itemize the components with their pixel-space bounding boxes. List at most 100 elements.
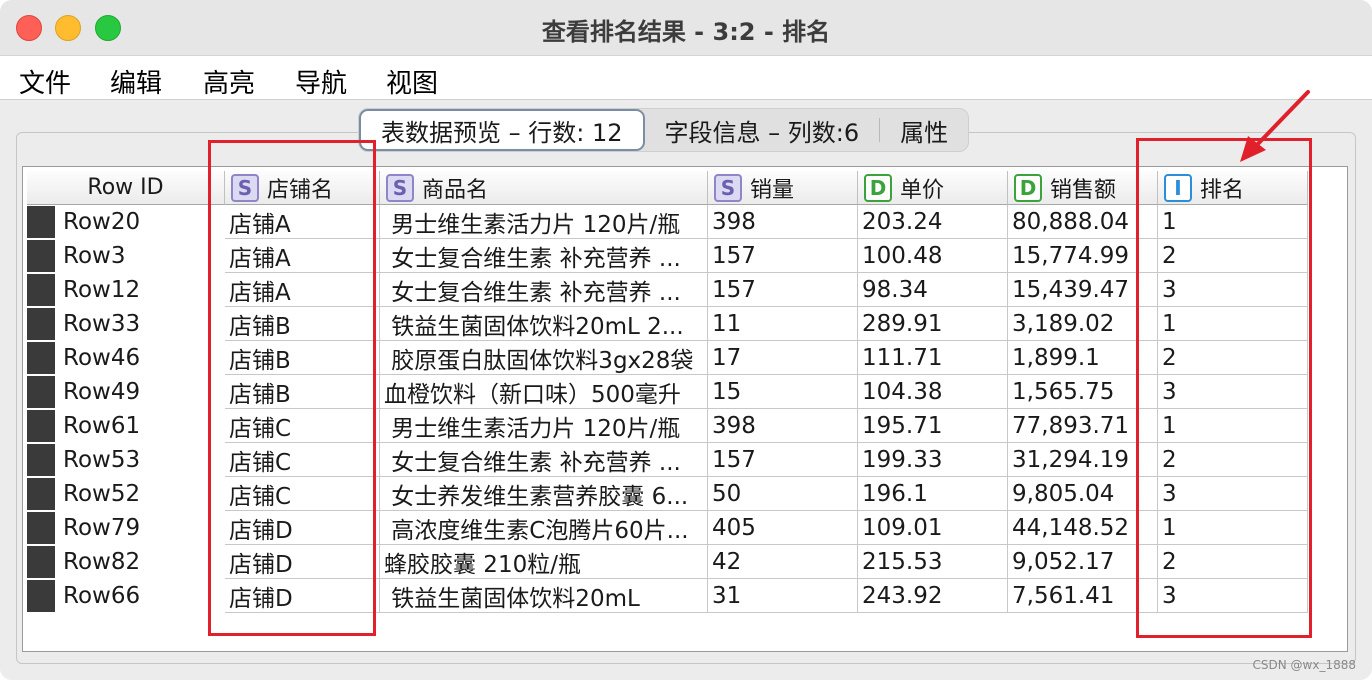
cell-rank[interactable]: 1 (1158, 511, 1308, 545)
tab-table-preview[interactable]: 表数据预览 – 行数: 12 (359, 109, 645, 151)
cell-store-name[interactable]: 店铺A (225, 205, 380, 239)
cell-product-name[interactable]: 血橙饮料（新口味）500毫升 (380, 375, 708, 409)
cell-unit-price[interactable]: 104.38 (858, 375, 1008, 409)
cell-rank[interactable]: 1 (1158, 409, 1308, 443)
cell-unit-price[interactable]: 215.53 (858, 545, 1008, 579)
cell-rank[interactable]: 1 (1158, 307, 1308, 341)
cell-sales-volume[interactable]: 11 (708, 307, 858, 341)
table-row[interactable]: Row3 店铺A 女士复合维生素 补充营养 ... 157 100.48 15,774.… (27, 239, 1308, 273)
table-row[interactable]: Row20 店铺A 男士维生素活力片 120片/瓶 398 203.24 80,888.… (27, 205, 1308, 239)
column-header-sales-amount[interactable]: D 销售额 (1008, 171, 1158, 205)
cell-sales-amount[interactable]: 80,888.04 (1008, 205, 1158, 239)
cell-sales-volume[interactable]: 398 (708, 205, 858, 239)
row-id-cell[interactable]: Row20 (27, 205, 225, 239)
cell-store-name[interactable]: 店铺B (225, 341, 380, 375)
cell-product-name[interactable]: 男士维生素活力片 120片/瓶 (380, 205, 708, 239)
cell-rank[interactable]: 3 (1158, 477, 1308, 511)
cell-sales-amount[interactable]: 7,561.41 (1008, 579, 1158, 613)
cell-product-name[interactable]: 男士维生素活力片 120片/瓶 (380, 409, 708, 443)
data-table[interactable]: Row ID S 店铺名 S 商品名 S 销量 D 单价 D 销售额 I 排名 Row20 店铺A 男士维… (22, 166, 1348, 652)
cell-sales-volume[interactable]: 31 (708, 579, 858, 613)
column-header-store-name[interactable]: S 店铺名 (225, 171, 380, 205)
table-row[interactable]: Row61 店铺C 男士维生素活力片 120片/瓶 398 195.71 77,893.… (27, 409, 1308, 443)
table-row[interactable]: Row33 店铺B 铁益生菌固体饮料20mL 2... 11 289.91 3,189.… (27, 307, 1308, 341)
table-row[interactable]: Row49 店铺B 血橙饮料（新口味）500毫升 15 104.38 1,565.75 3 (27, 375, 1308, 409)
menu-view[interactable]: 视图 (386, 63, 438, 100)
cell-sales-amount[interactable]: 9,052.17 (1008, 545, 1158, 579)
cell-store-name[interactable]: 店铺C (225, 443, 380, 477)
row-id-cell[interactable]: Row46 (27, 341, 225, 375)
cell-sales-amount[interactable]: 1,899.1 (1008, 341, 1158, 375)
cell-sales-volume[interactable]: 157 (708, 443, 858, 477)
cell-sales-volume[interactable]: 17 (708, 341, 858, 375)
cell-sales-amount[interactable]: 31,294.19 (1008, 443, 1158, 477)
cell-sales-volume[interactable]: 405 (708, 511, 858, 545)
cell-sales-amount[interactable]: 1,565.75 (1008, 375, 1158, 409)
cell-sales-amount[interactable]: 44,148.52 (1008, 511, 1158, 545)
cell-rank[interactable]: 3 (1158, 579, 1308, 613)
cell-store-name[interactable]: 店铺C (225, 409, 380, 443)
cell-rank[interactable]: 2 (1158, 239, 1308, 273)
row-id-cell[interactable]: Row82 (27, 545, 225, 579)
row-id-cell[interactable]: Row49 (27, 375, 225, 409)
cell-rank[interactable]: 3 (1158, 375, 1308, 409)
tab-properties[interactable]: 属性 (880, 109, 968, 151)
cell-unit-price[interactable]: 195.71 (858, 409, 1008, 443)
cell-product-name[interactable]: 胶原蛋白肽固体饮料3gx28袋 (380, 341, 708, 375)
cell-store-name[interactable]: 店铺B (225, 375, 380, 409)
cell-unit-price[interactable]: 109.01 (858, 511, 1008, 545)
cell-product-name[interactable]: 高浓度维生素C泡腾片60片... (380, 511, 708, 545)
cell-store-name[interactable]: 店铺D (225, 579, 380, 613)
cell-unit-price[interactable]: 100.48 (858, 239, 1008, 273)
cell-product-name[interactable]: 女士复合维生素 补充营养 ... (380, 443, 708, 477)
column-header-sales-volume[interactable]: S 销量 (708, 171, 858, 205)
column-header-unit-price[interactable]: D 单价 (858, 171, 1008, 205)
table-row[interactable]: Row66 店铺D 铁益生菌固体饮料20mL 31 243.92 7,561.41 3 (27, 579, 1308, 613)
menu-edit[interactable]: 编辑 (110, 63, 162, 100)
cell-rank[interactable]: 2 (1158, 341, 1308, 375)
cell-sales-amount[interactable]: 3,189.02 (1008, 307, 1158, 341)
cell-unit-price[interactable]: 203.24 (858, 205, 1008, 239)
row-id-cell[interactable]: Row66 (27, 579, 225, 613)
row-id-cell[interactable]: Row12 (27, 273, 225, 307)
cell-store-name[interactable]: 店铺B (225, 307, 380, 341)
row-id-cell[interactable]: Row3 (27, 239, 225, 273)
row-id-cell[interactable]: Row61 (27, 409, 225, 443)
cell-product-name[interactable]: 女士复合维生素 补充营养 ... (380, 273, 708, 307)
cell-product-name[interactable]: 蜂胶胶囊 210粒/瓶 (380, 545, 708, 579)
cell-store-name[interactable]: 店铺C (225, 477, 380, 511)
table-row[interactable]: Row82 店铺D 蜂胶胶囊 210粒/瓶 42 215.53 9,052.17 2 (27, 545, 1308, 579)
column-header-row-id[interactable]: Row ID (27, 171, 225, 205)
table-row[interactable]: Row79 店铺D 高浓度维生素C泡腾片60片... 405 109.01 44,148… (27, 511, 1308, 545)
cell-sales-volume[interactable]: 50 (708, 477, 858, 511)
cell-product-name[interactable]: 女士养发维生素营养胶囊 6... (380, 477, 708, 511)
cell-unit-price[interactable]: 289.91 (858, 307, 1008, 341)
column-header-rank[interactable]: I 排名 (1158, 171, 1308, 205)
cell-sales-amount[interactable]: 15,774.99 (1008, 239, 1158, 273)
table-row[interactable]: Row53 店铺C 女士复合维生素 补充营养 ... 157 199.33 31,294… (27, 443, 1308, 477)
row-id-cell[interactable]: Row53 (27, 443, 225, 477)
cell-rank[interactable]: 2 (1158, 443, 1308, 477)
cell-product-name[interactable]: 铁益生菌固体饮料20mL (380, 579, 708, 613)
row-id-cell[interactable]: Row79 (27, 511, 225, 545)
cell-rank[interactable]: 3 (1158, 273, 1308, 307)
cell-sales-amount[interactable]: 15,439.47 (1008, 273, 1158, 307)
cell-sales-amount[interactable]: 9,805.04 (1008, 477, 1158, 511)
table-row[interactable]: Row52 店铺C 女士养发维生素营养胶囊 6... 50 196.1 9,805.04… (27, 477, 1308, 511)
cell-unit-price[interactable]: 199.33 (858, 443, 1008, 477)
row-id-cell[interactable]: Row33 (27, 307, 225, 341)
cell-rank[interactable]: 1 (1158, 205, 1308, 239)
cell-store-name[interactable]: 店铺D (225, 511, 380, 545)
table-row[interactable]: Row12 店铺A 女士复合维生素 补充营养 ... 157 98.34 15,439.… (27, 273, 1308, 307)
cell-rank[interactable]: 2 (1158, 545, 1308, 579)
tab-field-info[interactable]: 字段信息 – 列数:6 (645, 109, 880, 151)
cell-sales-volume[interactable]: 42 (708, 545, 858, 579)
cell-sales-volume[interactable]: 398 (708, 409, 858, 443)
column-header-product-name[interactable]: S 商品名 (380, 171, 708, 205)
row-id-cell[interactable]: Row52 (27, 477, 225, 511)
cell-unit-price[interactable]: 243.92 (858, 579, 1008, 613)
cell-store-name[interactable]: 店铺A (225, 273, 380, 307)
menu-highlight[interactable]: 高亮 (203, 63, 255, 100)
cell-product-name[interactable]: 女士复合维生素 补充营养 ... (380, 239, 708, 273)
cell-sales-volume[interactable]: 15 (708, 375, 858, 409)
